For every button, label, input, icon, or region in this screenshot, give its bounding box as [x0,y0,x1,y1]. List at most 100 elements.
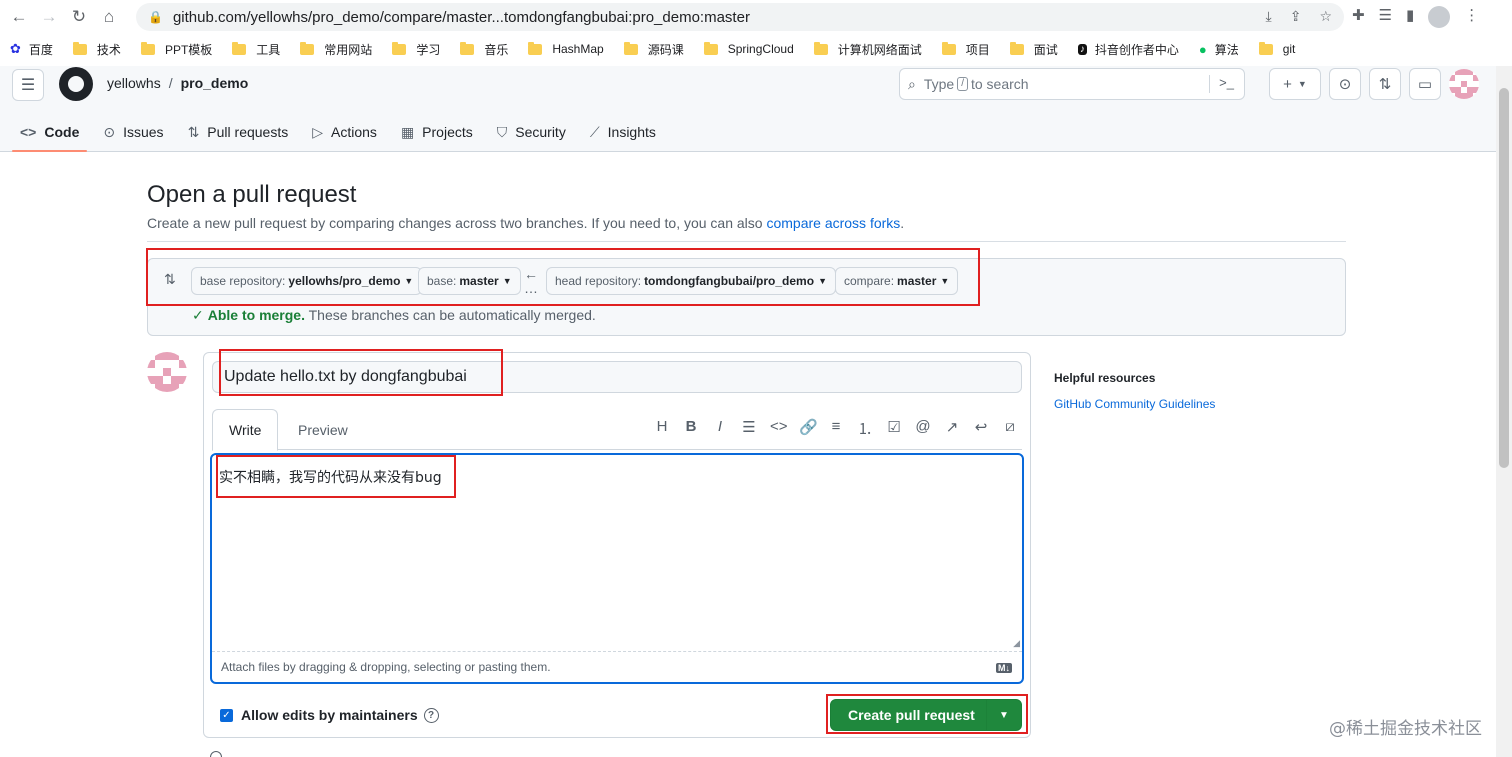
user-avatar[interactable] [1449,69,1479,99]
tab-pull-requests[interactable]: ⇅ Pull requests [180,112,297,152]
identicon-icon [147,352,187,392]
search-input[interactable]: ⌕ Type / to search >_ [899,68,1245,100]
identicon-icon [1449,69,1479,99]
task-list-icon[interactable]: ☑ [886,418,902,439]
fullscreen-icon[interactable]: ⧄ [1002,418,1018,439]
bookmark-item[interactable]: 面试 [1009,41,1058,58]
italic-icon[interactable]: I [712,418,728,439]
divider [147,241,1346,242]
tab-projects[interactable]: ▦ Projects [393,112,481,152]
bookmark-item[interactable]: HashMap [528,41,604,56]
unordered-list-icon[interactable]: ≡ [828,418,844,439]
annotation-submit-box [826,694,1028,734]
bookmark-item[interactable]: ♪ 抖音创作者中心 [1077,41,1179,58]
scrollbar-thumb[interactable] [1499,88,1509,468]
side-panel-icon[interactable]: ▮ [1406,6,1414,28]
bookmark-item[interactable]: 音乐 [460,41,508,58]
question-icon[interactable]: ? [423,707,439,723]
page-title: Open a pull request [147,181,357,208]
home-icon[interactable]: ⌂ [94,2,124,32]
back-icon[interactable]: ← [4,2,34,32]
breadcrumb-separator: / [168,75,173,91]
heading-icon[interactable]: H [654,418,670,439]
folder-icon [1009,41,1024,55]
create-new-button[interactable]: + ▼ [1269,68,1321,100]
tab-write[interactable]: Write [212,409,279,451]
folder-icon [528,41,543,55]
reply-icon[interactable]: ↩ [973,418,989,439]
repo-owner-link[interactable]: yellowhs [107,75,161,91]
tab-actions[interactable]: ▷ Actions [304,112,385,152]
folder-icon [813,41,828,55]
bold-icon[interactable]: B [683,418,699,439]
bookmark-item[interactable]: 源码课 [623,41,684,58]
share-icon[interactable]: ⇪ [1290,8,1302,25]
issue-icon: ⊙ [103,123,116,140]
attach-files-hint[interactable]: Attach files by dragging & dropping, sel… [212,651,1022,682]
merge-status: ✓ Able to merge. These branches can be au… [192,307,596,323]
tab-issues[interactable]: ⊙ Issues [95,112,171,152]
reading-list-icon[interactable]: ☰ [1379,6,1392,28]
markdown-icon: M↓ [996,663,1012,673]
forward-icon[interactable]: → [34,2,64,32]
quote-icon[interactable]: ☰ [741,418,757,439]
bookmark-item[interactable]: 计算机网络面试 [813,41,922,58]
mention-icon[interactable]: @ [915,418,931,439]
extensions-icon[interactable]: ✚ [1352,6,1365,28]
tab-insights[interactable]: ⟋ Insights [582,112,664,152]
github-logo-icon[interactable] [59,67,93,101]
check-icon: ✓ [192,307,204,323]
menu-icon[interactable]: ☰ [12,69,44,101]
page-subtitle: Create a new pull request by comparing c… [147,215,905,231]
pull-request-icon: ⇅ [187,123,200,140]
tab-security[interactable]: ⛉ Security [489,112,574,152]
bookmark-item[interactable]: 学习 [392,41,440,58]
repo-tabs: <> Code ⊙ Issues ⇅ Pull requests ▷ Actions ▦… [12,112,672,152]
address-bar[interactable]: 🔒 github.com/yellowhs/pro_demo/compare/m… [136,3,1344,31]
allow-edits-checkbox[interactable]: ✓ [220,708,233,722]
allow-edits-label: Allow edits by maintainers [241,707,418,723]
bookmark-item[interactable]: 项目 [941,41,990,58]
page-scrollbar[interactable] [1496,66,1512,757]
bookmark-item[interactable]: 工具 [232,41,280,58]
pull-requests-button[interactable]: ⇅ [1369,68,1401,100]
tab-preview[interactable]: Preview [282,409,364,450]
folder-icon [941,41,956,55]
bookmark-item[interactable]: git [1258,41,1295,56]
install-icon[interactable]: ⤓ [1266,8,1272,25]
resize-handle-icon[interactable]: ◢ [1013,638,1020,649]
code-icon: <> [20,124,37,140]
bookmark-item[interactable]: ● 算法 [1199,41,1239,58]
bookmark-item[interactable]: SpringCloud [703,41,794,56]
ordered-list-icon[interactable]: ⒈ [857,418,873,439]
profile-avatar[interactable] [1428,6,1451,28]
folder-icon [72,41,87,55]
bookmark-item[interactable]: 常用网站 [300,41,372,58]
inbox-icon: ▭ [1417,76,1433,93]
command-palette-icon[interactable]: >_ [1219,75,1234,90]
folder-icon [460,41,475,55]
graph-icon: ⟋ [589,123,600,140]
bookmark-item[interactable]: PPT模板 [140,41,212,58]
repo-name-link[interactable]: pro_demo [181,75,249,91]
editor-tabs: Write Preview H B I ☰ <> 🔗 ≡ ⒈ ☑ @ ↗ ↩ ⧄ [212,409,1022,451]
community-guidelines-link[interactable]: GitHub Community Guidelines [1054,397,1215,411]
url-text: github.com/yellowhs/pro_demo/compare/mas… [172,8,750,26]
breadcrumb: yellowhs / pro_demo [107,75,248,91]
tab-code[interactable]: <> Code [12,112,88,152]
pull-request-icon: ⇅ [1378,76,1392,93]
bookmark-item[interactable]: 技术 [72,41,121,58]
star-icon[interactable]: ☆ [1319,8,1332,25]
code-icon[interactable]: <> [770,418,788,439]
menu-dots-icon[interactable]: ⋮ [1464,6,1479,28]
inbox-button[interactable]: ▭ [1409,68,1441,100]
link-icon[interactable]: 🔗 [799,418,818,439]
issues-button[interactable]: ⊙ [1329,68,1361,100]
compare-across-forks-link[interactable]: compare across forks [766,215,900,231]
bookmark-item[interactable]: ✿ 百度 [10,41,53,58]
helpful-resources: Helpful resources GitHub Community Guide… [1054,371,1215,411]
lock-icon: 🔒 [148,10,163,24]
reload-icon[interactable]: ↻ [64,2,94,32]
annotation-title-box [219,349,503,396]
cross-reference-icon[interactable]: ↗ [944,418,960,439]
